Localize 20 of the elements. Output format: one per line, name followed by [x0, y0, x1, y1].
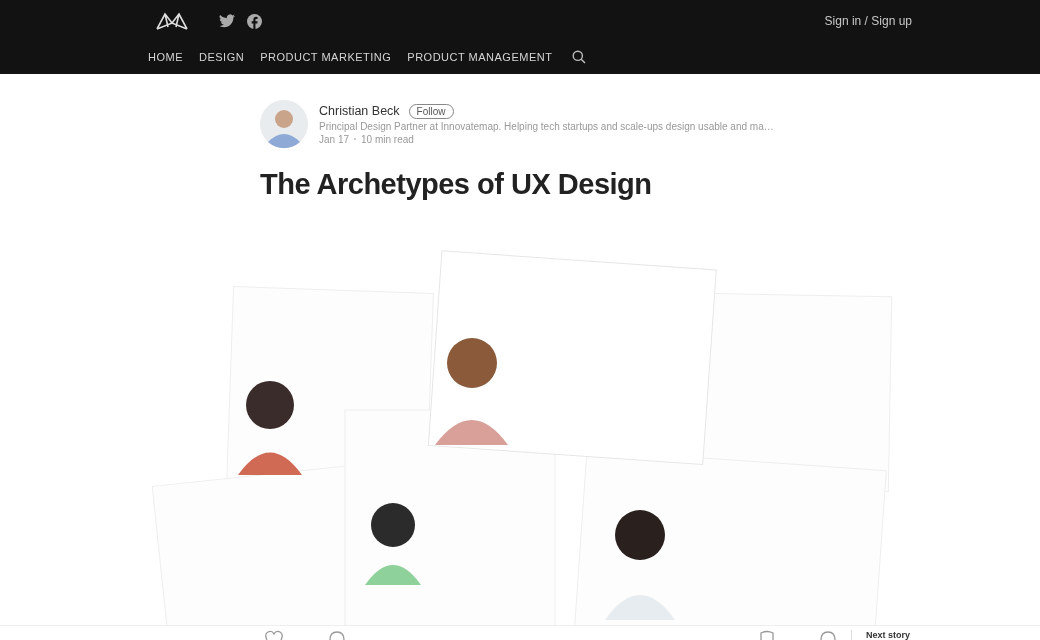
article-title: The Archetypes of UX Design: [260, 168, 653, 201]
author-bio: Principal Design Partner at Innovatemap. Helping tech startups and scale-ups design usable and ma…: [319, 120, 774, 132]
twitter-bird-icon[interactable]: [219, 14, 235, 28]
read-time: 10 min read: [361, 133, 414, 145]
next-story-link[interactable]: Next story: [866, 630, 910, 640]
facebook-icon[interactable]: [247, 13, 262, 29]
bookmark-icon[interactable]: [759, 630, 775, 640]
post-date: Jan 17: [319, 133, 350, 145]
nav-link[interactable]: PRODUCT MARKETING: [260, 51, 392, 63]
sign-in-link[interactable]: Sign in / Sign up: [824, 14, 912, 28]
share-icon[interactable]: [819, 630, 837, 640]
nav-link[interactable]: PRODUCT MANAGEMENT: [407, 51, 553, 63]
logo-icon[interactable]: [155, 11, 189, 31]
author-name[interactable]: Christian Beck: [319, 104, 400, 118]
comment-icon[interactable]: [328, 630, 346, 640]
nav-link[interactable]: DESIGN: [199, 51, 245, 63]
follow-button[interactable]: Follow: [408, 103, 454, 119]
search-icon[interactable]: [572, 50, 587, 64]
avatar[interactable]: [260, 100, 308, 148]
nav-link[interactable]: HOME: [148, 51, 183, 63]
